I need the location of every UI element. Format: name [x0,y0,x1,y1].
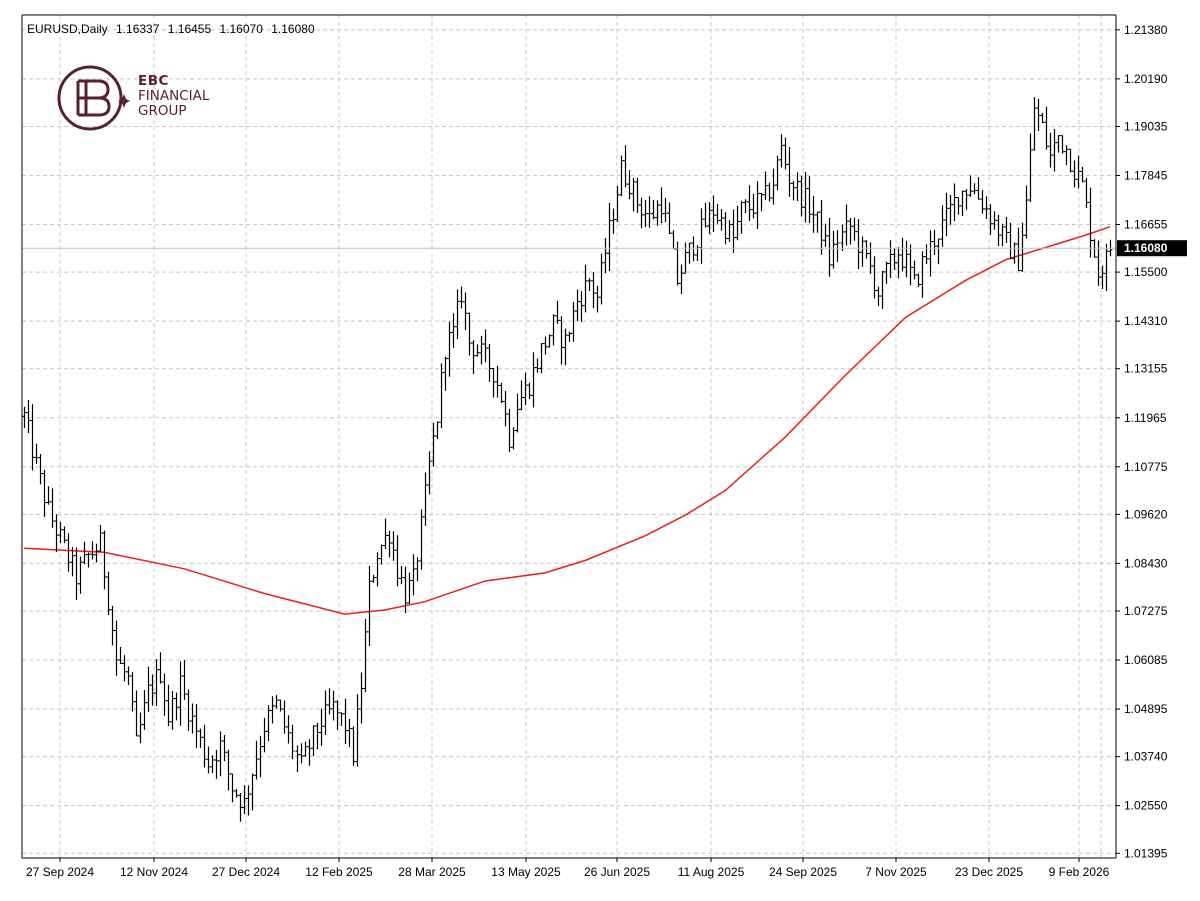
y-tick-label: 1.01395 [1124,846,1168,860]
x-tick-label: 26 Jun 2025 [584,865,650,879]
y-tick-label: 1.19035 [1124,119,1168,133]
y-tick-label: 1.17845 [1124,168,1168,182]
y-tick-label: 1.13155 [1124,362,1168,376]
symbol-timeframe: EURUSD,Daily [27,22,108,36]
y-tick-label: 1.16655 [1124,218,1168,232]
x-tick-label: 9 Feb 2026 [1049,865,1110,879]
x-tick-label: 28 Mar 2025 [398,865,466,879]
high-value: 1.16455 [167,22,212,36]
chart-window[interactable]: 1.21380 1.20190 1.19035 1.17845 1.16655 1.155… [0,0,1200,896]
y-tick-label: 1.20190 [1124,72,1168,86]
logo-line-financial: FINANCIAL [138,88,210,104]
x-tick-label: 27 Sep 2024 [26,865,94,879]
y-tick-label: 1.14310 [1124,314,1168,328]
y-tick-label: 1.11965 [1124,411,1167,425]
symbol-info: EURUSD,Daily 1.16337 1.16455 1.16070 1.1… [27,22,320,36]
y-tick-label: 1.09620 [1124,507,1168,521]
x-tick-label: 12 Nov 2024 [120,865,188,879]
close-value: 1.16080 [271,22,315,36]
x-tick-label: 24 Sep 2025 [769,865,837,879]
y-tick-label: 1.21380 [1124,23,1168,37]
current-price-label: 1.16080 [1124,241,1168,255]
ebc-logo-icon [57,65,130,131]
y-tick-label: 1.02550 [1124,799,1168,813]
y-tick-label: 1.15500 [1124,265,1168,279]
x-tick-label: 13 May 2025 [491,865,561,879]
y-tick-label: 1.07275 [1124,604,1168,618]
y-tick-label: 1.10775 [1124,460,1168,474]
y-tick-label: 1.04895 [1124,702,1168,716]
x-tick-label: 23 Dec 2025 [955,865,1023,879]
y-tick-label: 1.06085 [1124,653,1168,667]
y-tick-label: 1.08430 [1124,556,1168,570]
logo-line-ebc: EBC [138,73,169,89]
x-tick-label: 27 Dec 2024 [212,865,280,879]
x-tick-label: 7 Nov 2025 [865,865,927,879]
x-tick-label: 12 Feb 2025 [305,865,373,879]
low-value: 1.16070 [219,22,263,36]
ebc-logo-text: EBC FINANCIAL GROUP [138,74,209,119]
y-tick-label: 1.03740 [1124,750,1168,764]
x-tick-label: 11 Aug 2025 [678,865,745,879]
logo-line-group: GROUP [138,103,187,119]
ebc-logo: EBC FINANCIAL GROUP [56,60,236,136]
open-value: 1.16337 [116,22,160,36]
